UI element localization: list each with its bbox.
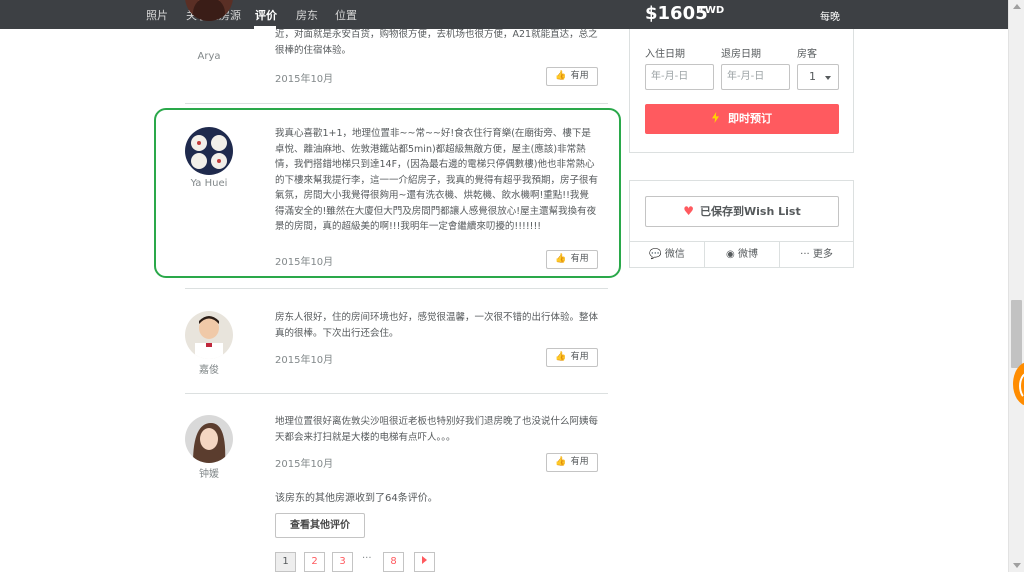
divider [185, 288, 608, 289]
helpful-label: 有用 [570, 71, 589, 81]
chevron-down-icon [825, 76, 831, 80]
guests-label: 房客 [797, 49, 817, 60]
review-text: 近，对面就是永安百货，购物很方便，去机场也很方便，A21就能直达，总之很棒的住宿… [275, 29, 598, 56]
weibo-icon: ◉ [726, 249, 735, 260]
other-listings-reviews-text: 该房东的其他房源收到了64条评价。 [275, 493, 438, 504]
page-button-1[interactable]: 1 [275, 552, 296, 572]
review-date: 2015年10月 [275, 355, 334, 366]
wechat-icon: 💬 [649, 249, 662, 260]
save-wishlist-button[interactable]: ♥ 已保存到Wish List [645, 196, 839, 227]
reviewer-name: 嘉俊 [199, 365, 219, 376]
share-weibo[interactable]: ◉ 微博 [704, 242, 779, 268]
heart-icon: ♥ [683, 204, 695, 218]
helpful-button[interactable]: 👍 有用 [546, 67, 598, 86]
wishlist-label: 已保存到Wish List [700, 205, 801, 218]
share-more-label: ··· 更多 [800, 249, 833, 260]
scroll-down-arrow-icon[interactable] [1013, 563, 1021, 568]
review-item: 嘉俊 房东人很好，住的房间环境也好，感觉很温馨，一次很不错的出行体验。整体真的很… [185, 308, 598, 378]
view-other-reviews-button[interactable]: 查看其他评价 [275, 513, 365, 538]
chevron-right-icon [422, 556, 427, 564]
helpful-button[interactable]: 👍 有用 [546, 348, 598, 367]
checkout-label: 退房日期 [721, 49, 761, 60]
share-more[interactable]: ··· 更多 [779, 242, 853, 268]
review-item: 钟媛 地理位置很好离佐敦尖沙咀很近老板也特别好我们退房晚了也没说什么阿姨每天都会… [185, 412, 598, 482]
reviewer-name: 钟媛 [199, 469, 219, 480]
price-per-night: 每晚 [820, 12, 840, 23]
avatar [185, 415, 233, 463]
page-button-2[interactable]: 2 [304, 552, 325, 572]
thumbs-up-icon: 👍 [555, 71, 567, 81]
instant-book-button[interactable]: 即时预订 [645, 104, 839, 134]
page-button-3[interactable]: 3 [332, 552, 353, 572]
guests-select[interactable]: 1 [797, 64, 839, 90]
reviewer-name: Arya [197, 51, 221, 62]
review-date: 2015年10月 [275, 74, 334, 85]
nav-photos[interactable]: 照片 [146, 7, 168, 23]
price-bar: $1605 TWD 每晚 [629, 0, 854, 29]
divider [185, 393, 608, 394]
scroll-thumb[interactable] [1011, 300, 1022, 368]
share-wechat-label: 微信 [664, 249, 685, 260]
scroll-up-arrow-icon[interactable] [1013, 4, 1021, 9]
helpful-label: 有用 [570, 352, 589, 362]
instant-book-label: 即时预订 [728, 112, 772, 125]
pagination-ellipsis: ··· [362, 553, 372, 564]
booking-panel: 入住日期 退房日期 房客 年-月-日 年-月-日 1 即时预订 [629, 29, 854, 153]
share-weibo-label: 微博 [737, 249, 758, 260]
scrollbar[interactable] [1008, 0, 1024, 572]
helpful-label: 有用 [570, 457, 589, 467]
avatar [185, 311, 233, 359]
lightning-icon [712, 112, 719, 123]
helpful-button[interactable]: 👍 有用 [546, 453, 598, 472]
review-text: 地理位置很好离佐敦尖沙咀很近老板也特别好我们退房晚了也没说什么阿姨每天都会来打扫… [275, 416, 599, 443]
page-button-8[interactable]: 8 [383, 552, 404, 572]
avatar [185, 0, 233, 21]
price-currency: TWD [698, 5, 725, 16]
thumbs-up-icon: 👍 [555, 352, 567, 362]
share-row: 💬 微信 ◉ 微博 ··· 更多 [630, 241, 853, 268]
share-wechat[interactable]: 💬 微信 [630, 242, 704, 268]
next-page-button[interactable] [414, 552, 435, 572]
checkout-input[interactable]: 年-月-日 [721, 64, 790, 90]
divider [185, 103, 608, 104]
highlight-outline [154, 108, 621, 278]
wishlist-panel: ♥ 已保存到Wish List 💬 微信 ◉ 微博 ··· 更多 [629, 180, 854, 268]
review-text: 房东人很好，住的房间环境也好，感觉很温馨，一次很不错的出行体验。整体真的很棒。下… [275, 312, 599, 339]
checkin-input[interactable]: 年-月-日 [645, 64, 714, 90]
thumbs-up-icon: 👍 [555, 457, 567, 467]
review-date: 2015年10月 [275, 459, 334, 470]
guests-value: 1 [809, 70, 816, 83]
review-item: Arya 近，对面就是永安百货，购物很方便，去机场也很方便，A21就能直达，总之… [185, 0, 598, 90]
checkin-label: 入住日期 [645, 49, 685, 60]
